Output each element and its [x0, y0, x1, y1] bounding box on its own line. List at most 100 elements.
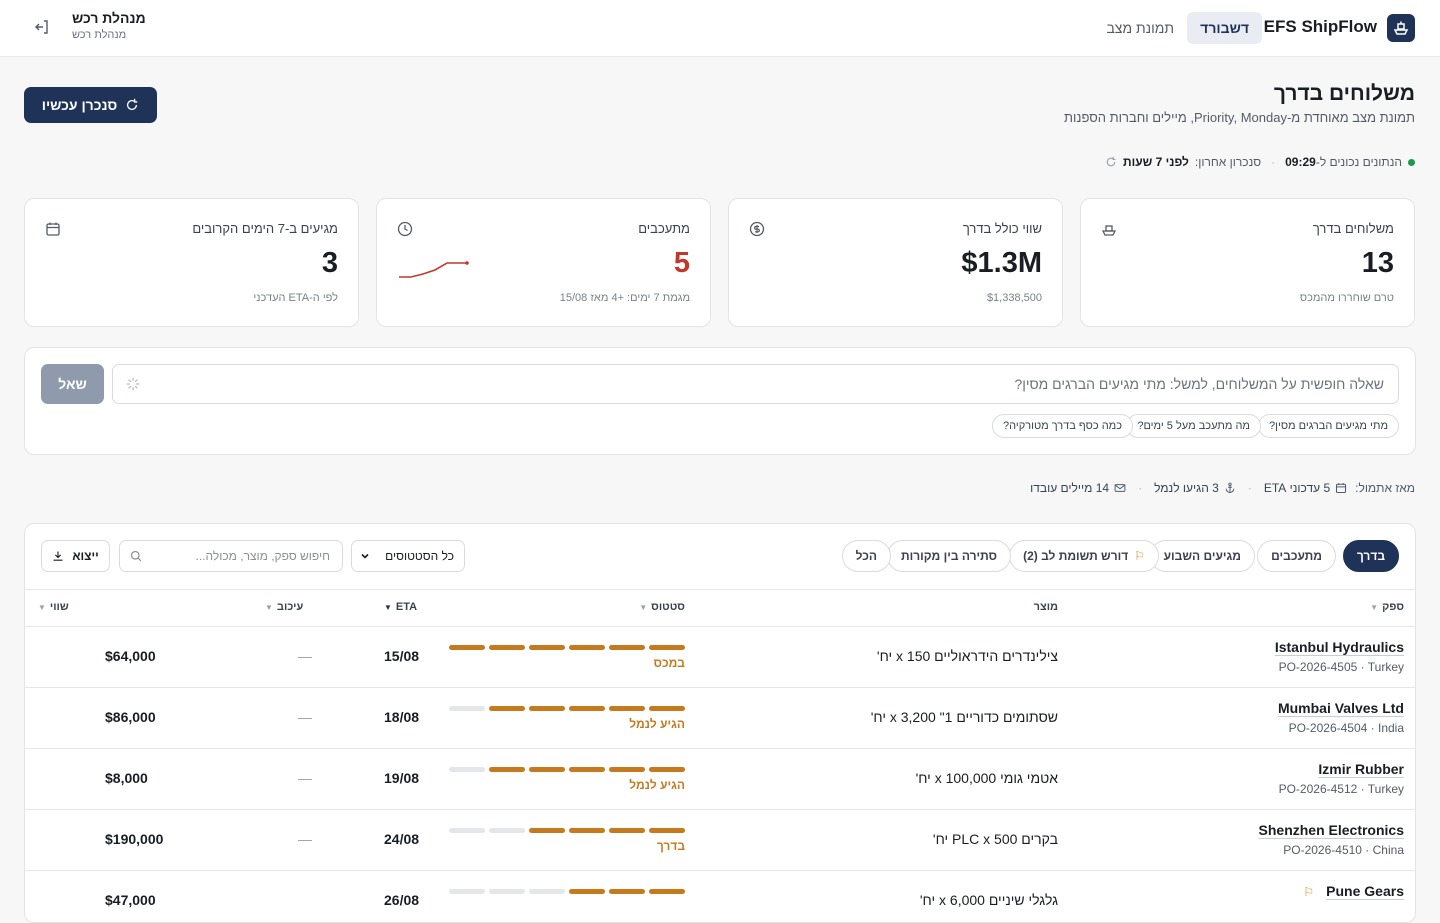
suggestion-chip[interactable]: כמה כסף בדרך מטורקיה? — [992, 414, 1133, 438]
pipeline-segment — [489, 828, 525, 833]
ship-icon[interactable] — [1387, 14, 1415, 42]
refresh-icon[interactable] — [1105, 156, 1117, 168]
sync-button-label: סנכרן עכשיו — [41, 97, 118, 113]
filter-needs-attention[interactable]: ⚐ דורש תשומת לב (2) — [1009, 540, 1159, 572]
table-row[interactable]: Pune Gears ⚐ גלגלי שיניים 6,000 x יח' 26/08… — [25, 871, 1415, 922]
delay-value: — — [298, 770, 312, 786]
eta-updates-label: 5 עדכוני ETA — [1263, 481, 1331, 495]
delay-value: — — [298, 709, 312, 725]
product-desc: שסתומים כדוריים 1" 3,200 x יח' — [870, 709, 1058, 725]
table-row[interactable]: Shenzhen Electronics PO-2026-4510 · China… — [25, 810, 1415, 871]
search-input[interactable]: חיפוש ספק, מוצר, מכולה... — [119, 540, 343, 572]
emails-label: 14 מיילים עובדו — [1030, 481, 1110, 495]
shipments-table-panel: בדרך מתעכבים מגיעים השבוע ⚐ דורש תשומת ל… — [24, 523, 1416, 923]
delay-value: — — [298, 831, 312, 847]
pipeline-segment — [529, 645, 565, 650]
dollar-icon — [749, 221, 765, 237]
eta-value: 26/08 — [384, 892, 420, 908]
last-sync-label: סנכרון אחרון: — [1194, 155, 1262, 169]
chevron-down-icon — [361, 553, 369, 559]
product-desc: אטמי גומי 100,000 x יח' — [915, 770, 1058, 786]
since-label: מאז אתמול: — [1355, 481, 1415, 495]
sync-now-button[interactable]: סנכרן עכשיו — [24, 87, 157, 123]
product-desc: גלגלי שיניים 6,000 x יח' — [919, 892, 1058, 908]
col-eta[interactable]: ETA ▼ — [384, 601, 417, 613]
filter-delayed[interactable]: מתעכבים — [1257, 540, 1336, 572]
value-amount: $86,000 — [105, 709, 156, 725]
kpi-card-delayed[interactable]: מתעכבים 5 מגמת 7 ימים: +4 מאז 15/08 — [376, 198, 711, 327]
pipeline-segment — [609, 706, 645, 711]
pipeline-segment — [449, 706, 485, 711]
arrived-port[interactable]: 3 הגיעו לנמל — [1154, 481, 1236, 495]
filter-in-transit[interactable]: בדרך — [1342, 540, 1399, 572]
col-delay[interactable]: עיכוב ▼ — [265, 601, 303, 613]
supplier-name[interactable]: Mumbai Valves Ltd — [1278, 700, 1404, 716]
kpi-value: $1.3M — [961, 247, 1042, 279]
emails-processed[interactable]: 14 מיילים עובדו — [1030, 481, 1126, 495]
eta-value: 18/08 — [384, 709, 420, 725]
col-label: עיכוב — [276, 601, 304, 613]
tab-dashboard[interactable]: דשבורד — [1187, 12, 1262, 44]
supplier-name[interactable]: Istanbul Hydraulics — [1275, 639, 1404, 655]
status-pipeline — [445, 889, 685, 895]
suggestion-chip[interactable]: מתי מגיעים הברגים מסין? — [1258, 414, 1399, 438]
user-info: מנהלת רכש מנהלת רכש — [72, 10, 146, 41]
kpi-card-total-value[interactable]: שווי כולל בדרך $1.3M $1,338,500 — [728, 198, 1063, 327]
tab-snapshot[interactable]: תמונת מצב — [1093, 12, 1187, 44]
eta-updates[interactable]: 5 עדכוני ETA — [1264, 481, 1347, 495]
filter-all[interactable]: הכל — [841, 540, 891, 572]
flag-icon: ⚐ — [1303, 885, 1314, 899]
supplier-name[interactable]: Pune Gears — [1326, 883, 1404, 899]
col-status[interactable]: סטטוס ▼ — [639, 601, 685, 613]
kpi-value: 13 — [1361, 247, 1394, 279]
calendar-icon — [1336, 483, 1347, 494]
anchor-icon — [1225, 482, 1235, 493]
search-icon — [130, 550, 142, 562]
col-label: שווי — [49, 601, 69, 613]
pipeline-segment — [489, 767, 525, 772]
kpi-foot: מגמת 7 ימים: +4 מאז 15/08 — [559, 292, 690, 304]
product-desc: בקרים PLC x 500 יח' — [932, 831, 1058, 847]
kpi-value: 3 — [321, 247, 338, 279]
ask-input[interactable]: שאלה חופשית על המשלוחים, למשל: מתי מגיעי… — [112, 364, 1399, 404]
filter-source-conflict[interactable]: סתירה בין מקורות — [887, 540, 1011, 572]
page-title: משלוחים בדרך — [1273, 82, 1415, 105]
sort-icon: ▼ — [265, 602, 273, 612]
kpi-foot: לפי ה-ETA העדכני — [253, 292, 338, 304]
supplier-meta: PO-2026-4504 · India — [1288, 721, 1404, 735]
filter-label: דורש תשומת לב (2) — [1023, 549, 1129, 563]
calendar-icon — [46, 222, 60, 236]
pipeline-segment — [649, 706, 685, 711]
table-row[interactable]: Mumbai Valves Ltd PO-2026-4504 · India שסת… — [25, 688, 1415, 749]
last-sync-value: לפני 7 שעות — [1122, 155, 1189, 169]
pipeline-segment — [609, 767, 645, 772]
flag-icon: ⚐ — [1134, 549, 1145, 563]
ask-button[interactable]: שאל — [41, 364, 104, 404]
status-text: במכס — [653, 656, 685, 670]
export-button[interactable]: ייצוא — [41, 540, 110, 572]
logout-icon[interactable] — [34, 19, 52, 37]
supplier-name[interactable]: Shenzhen Electronics — [1259, 822, 1404, 838]
pipeline-segment — [569, 828, 605, 833]
data-correct-label: הנתונים נכונים ל- — [1315, 155, 1402, 169]
brand-name: EFS ShipFlow — [1263, 17, 1377, 36]
value-amount: $8,000 — [105, 770, 148, 786]
kpi-card-arriving-week[interactable]: מגיעים ב-7 הימים הקרובים 3 לפי ה-ETA העד… — [24, 198, 359, 327]
sort-icon: ▼ — [384, 602, 392, 612]
eta-value: 24/08 — [384, 831, 420, 847]
kpi-title: מתעכבים — [638, 221, 690, 236]
col-supplier[interactable]: ספק ▼ — [1370, 601, 1404, 613]
filter-arriving-week[interactable]: מגיעים השבוע — [1149, 540, 1255, 572]
eta-value: 15/08 — [384, 648, 420, 664]
value-amount: $190,000 — [105, 831, 164, 847]
status-select[interactable]: כל הסטטוסים — [351, 540, 465, 572]
download-icon — [53, 551, 63, 561]
kpi-card-in-transit[interactable]: משלוחים בדרך 13 טרם שוחררו מהמכס — [1080, 198, 1415, 327]
table-row[interactable]: Izmir Rubber PO-2026-4512 · Turkey אטמי גו… — [25, 749, 1415, 810]
pipeline-segment — [489, 706, 525, 711]
supplier-name[interactable]: Izmir Rubber — [1318, 761, 1404, 777]
suggestion-chip[interactable]: מה מתעכב מעל 5 ימים? — [1126, 414, 1261, 438]
col-value[interactable]: שווי ▼ — [38, 601, 69, 613]
table-row[interactable]: Istanbul Hydraulics PO-2026-4505 · Turkey… — [25, 627, 1415, 688]
pipeline-segment — [449, 645, 485, 650]
